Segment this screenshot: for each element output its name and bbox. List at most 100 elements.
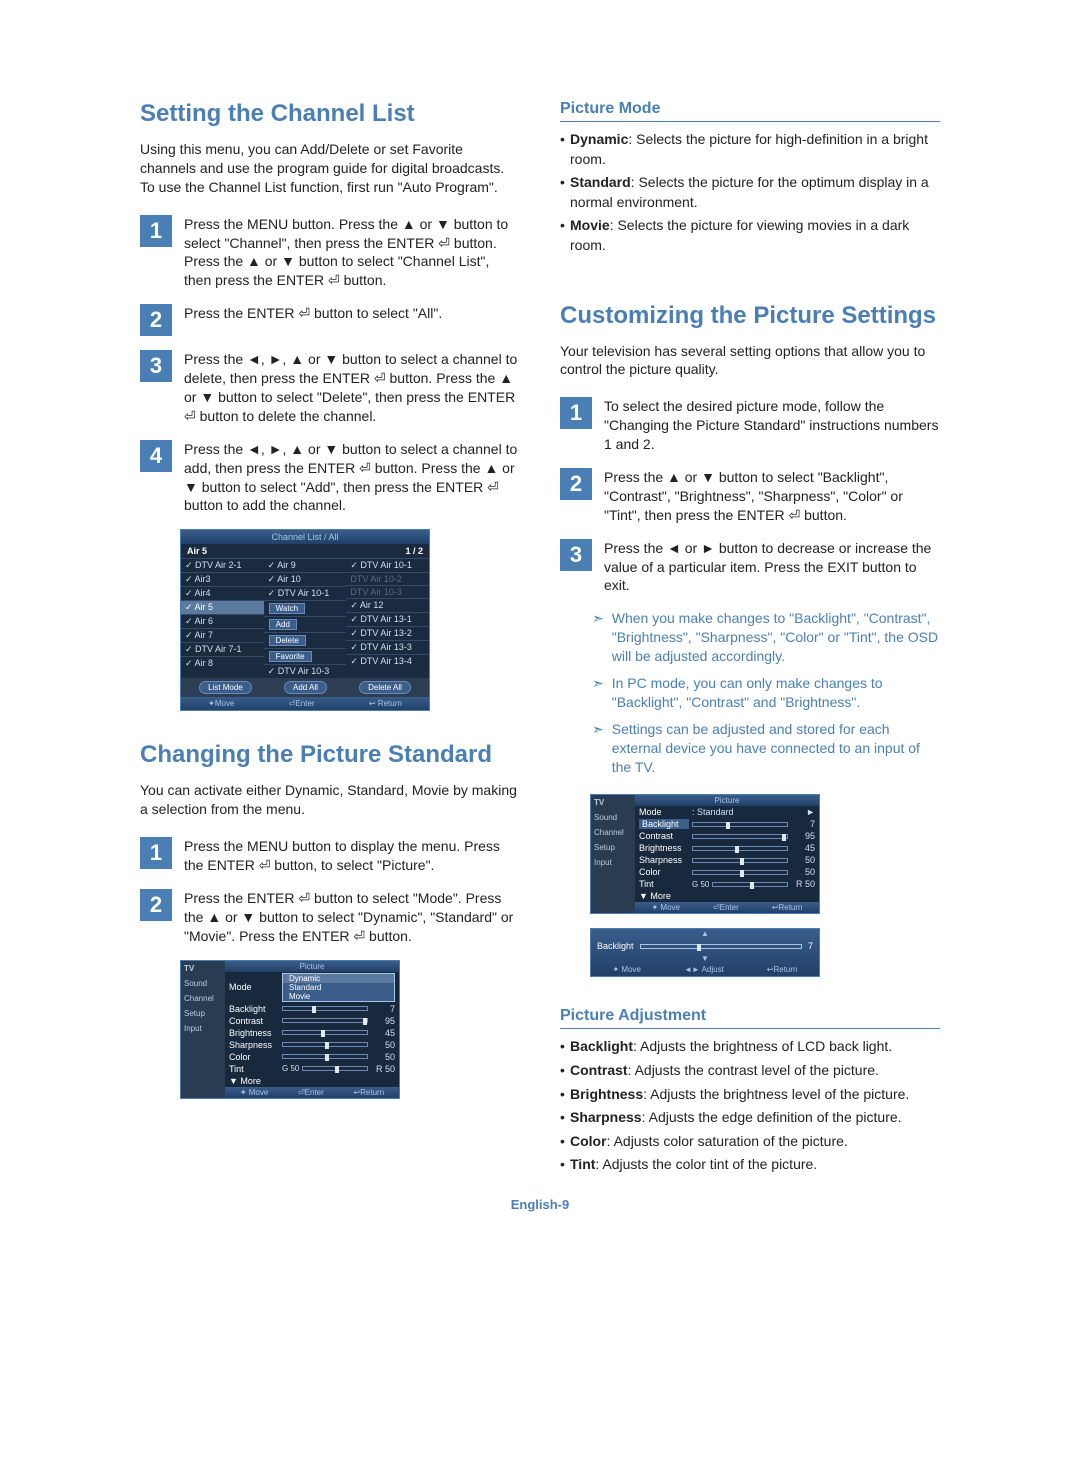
row-label: Tint: [229, 1064, 279, 1074]
step-number: 2: [560, 468, 592, 500]
row-value: 45: [371, 1028, 395, 1038]
heading-picture-standard: Changing the Picture Standard: [140, 741, 520, 769]
row-slider: [282, 1006, 368, 1011]
osd-page: 1 / 2: [405, 546, 423, 556]
channel-cell: ✓ DTV Air 10-1: [346, 558, 429, 572]
step-text: To select the desired picture mode, foll…: [604, 397, 940, 454]
heading-customizing: Customizing the Picture Settings: [560, 302, 940, 330]
row-slider: [692, 870, 788, 875]
osd-tv: TV: [591, 795, 635, 810]
step-number: 1: [560, 397, 592, 429]
return-label: ↩ Return: [369, 699, 402, 708]
side-input: Input: [591, 855, 635, 870]
arrow-up-icon: ▲: [591, 929, 819, 938]
osd-main: Picture Mode Dynamic Standard Movie Back…: [225, 961, 399, 1098]
step-number: 1: [140, 837, 172, 869]
channel-cell: ✓ Air 8: [181, 656, 264, 670]
move-label: ✦Move: [208, 699, 234, 708]
row-label: Brightness: [229, 1028, 279, 1038]
note-item: ➣Settings can be adjusted and stored for…: [592, 720, 940, 777]
side-channel: Channel: [181, 991, 225, 1006]
note-item: ➣When you make changes to "Backlight", "…: [592, 609, 940, 666]
arrow-right-icon: ►: [806, 807, 815, 817]
row-label: Tint: [639, 879, 689, 889]
row-slider: [282, 1030, 368, 1035]
left-column: Setting the Channel List Using this menu…: [140, 100, 520, 1191]
channel-cell: ✓ Air 9: [264, 558, 347, 572]
row-slider: [692, 834, 788, 839]
row-label: Color: [229, 1052, 279, 1062]
row-value: R 50: [371, 1064, 395, 1074]
osd-picture-left: TV Sound Channel Setup Input Picture Mod…: [180, 960, 400, 1099]
backlight-label: Backlight: [597, 941, 634, 951]
channel-cell: Watch: [264, 600, 347, 616]
osd-pic-title: Picture: [635, 795, 819, 806]
osd-picture-row: Brightness 45: [225, 1027, 399, 1039]
return: ↩Return: [772, 903, 803, 912]
mode-label: Mode: [639, 807, 689, 817]
channel-cell: ✓ DTV Air 13-1: [346, 612, 429, 626]
osd-picture-row: Brightness45: [635, 842, 819, 854]
manual-page: Setting the Channel List Using this menu…: [0, 0, 1080, 1231]
notes-list: ➣When you make changes to "Backlight", "…: [592, 609, 940, 776]
move: ✦ Move: [240, 1088, 269, 1097]
osd-picture-row: TintG 50 R 50: [635, 878, 819, 890]
return: ↩Return: [767, 965, 798, 974]
osd-sidebar: TV Sound Channel Setup Input: [181, 961, 225, 1098]
row-value: 7: [371, 1004, 395, 1014]
more-label: ▼ More: [229, 1076, 279, 1086]
row-label: Sharpness: [229, 1040, 279, 1050]
backlight-slider: [640, 944, 802, 949]
picture-mode-list: Dynamic: Selects the picture for high-de…: [560, 130, 940, 256]
osd-buttons: List Mode Add All Delete All: [181, 678, 429, 697]
osd-picture-row: Color50: [225, 1051, 399, 1063]
osd-air: Air 5: [187, 546, 207, 556]
add-all-button: Add All: [284, 681, 327, 694]
move: ✦ Move: [612, 965, 641, 974]
row-slider: [282, 1054, 368, 1059]
mode-standard: Standard: [283, 983, 394, 992]
osd-picture-row: Contrast95: [225, 1015, 399, 1027]
list-item: Color: Adjusts color saturation of the p…: [560, 1132, 940, 1152]
enter: ⏎Enter: [713, 903, 739, 912]
side-setup: Setup: [591, 840, 635, 855]
heading-picture-adjustment: Picture Adjustment: [560, 1007, 940, 1029]
channel-cell: Delete: [264, 632, 347, 648]
row-prefix: G 50: [692, 880, 709, 889]
page-number: English-9: [0, 1197, 1080, 1212]
list-item: Standard: Selects the picture for the op…: [560, 173, 940, 212]
row-slider: [692, 822, 788, 827]
step-3c: 3 Press the ◄ or ► button to decrease or…: [560, 539, 940, 596]
enter: ⏎Enter: [298, 1088, 324, 1097]
mode-value: : Standard: [692, 807, 734, 817]
channel-cell: ✓ Air4: [181, 586, 264, 600]
osd-title: Channel List / All: [181, 530, 429, 544]
row-value: 50: [371, 1040, 395, 1050]
channel-cell: ✓ DTV Air 13-4: [346, 654, 429, 668]
row-slider: [692, 846, 788, 851]
row-value: R 50: [791, 879, 815, 889]
channel-cell: ✓ DTV Air 10-1: [264, 586, 347, 600]
row-label: Color: [639, 867, 689, 877]
channel-cell: ✓ Air 12: [346, 598, 429, 612]
osd-grid: ✓ DTV Air 2-1✓ Air3✓ Air4✓ Air 5✓ Air 6✓…: [181, 558, 429, 678]
channel-cell: ✓ Air 6: [181, 614, 264, 628]
osd-pic-footer: ✦ Move ⏎Enter ↩Return: [635, 902, 819, 913]
enter-label: ⏎Enter: [289, 699, 315, 708]
channel-cell: ✓ DTV Air 10-3: [264, 664, 347, 678]
channel-cell: ✓ DTV Air 13-2: [346, 626, 429, 640]
heading-channel-list: Setting the Channel List: [140, 100, 520, 128]
move: ✦ Move: [651, 903, 680, 912]
row-value: 50: [791, 855, 815, 865]
channel-cell: ✓ DTV Air 7-1: [181, 642, 264, 656]
osd-pic-footer: ✦ Move ⏎Enter ↩Return: [225, 1087, 399, 1098]
mode-dropdown: Dynamic Standard Movie: [282, 973, 395, 1002]
step-2c: 2 Press the ▲ or ▼ button to select "Bac…: [560, 468, 940, 525]
delete-all-button: Delete All: [359, 681, 411, 694]
step-1-pic: 1 Press the MENU button to display the m…: [140, 837, 520, 875]
step-text: Press the ▲ or ▼ button to select "Backl…: [604, 468, 940, 525]
row-slider: [302, 1066, 368, 1071]
side-setup: Setup: [181, 1006, 225, 1021]
mode-movie: Movie: [283, 992, 394, 1001]
step-number: 3: [560, 539, 592, 571]
